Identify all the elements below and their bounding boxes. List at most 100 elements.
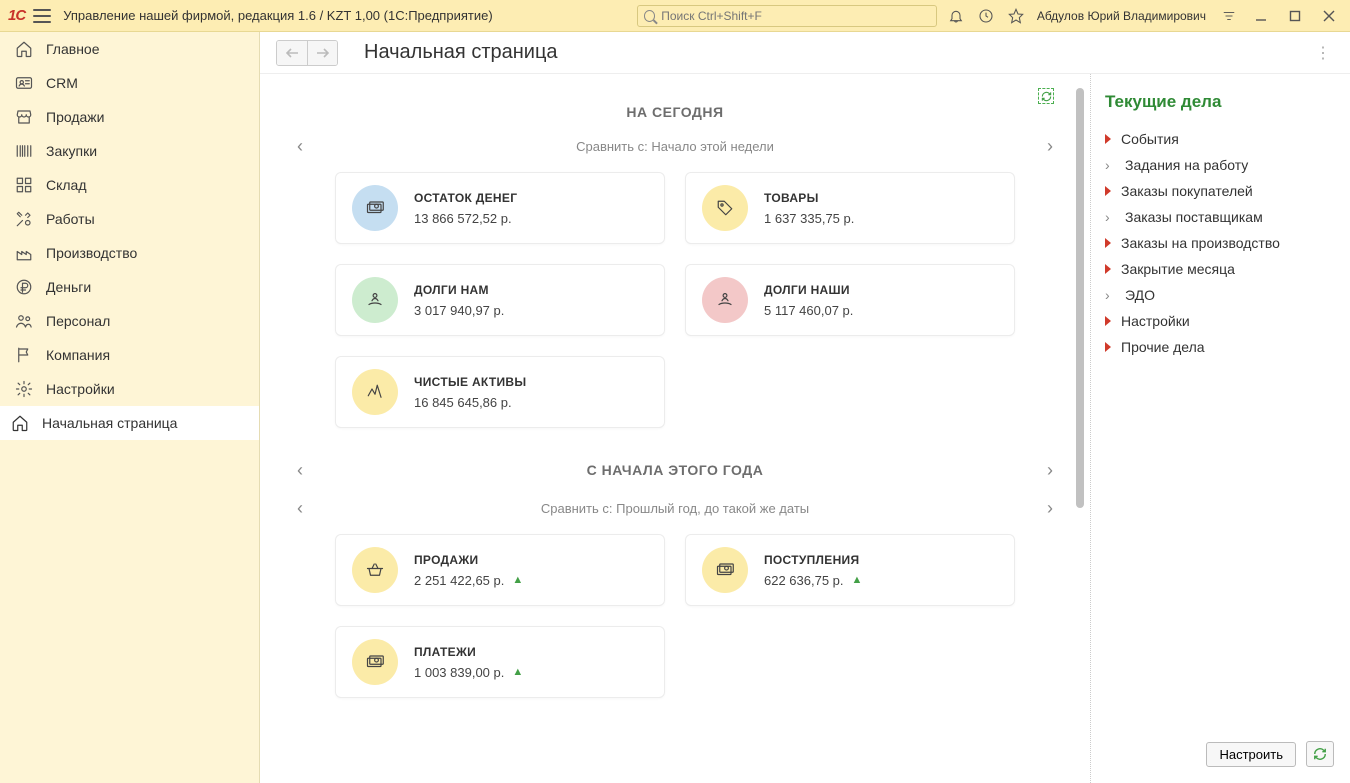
scrollbar[interactable] xyxy=(1074,84,1086,773)
card-title: ПОСТУПЛЕНИЯ xyxy=(764,553,862,567)
task-item[interactable]: ›Задания на работу xyxy=(1105,152,1336,178)
task-item[interactable]: События xyxy=(1105,126,1336,152)
task-item[interactable]: Закрытие месяца xyxy=(1105,256,1336,282)
search-input[interactable] xyxy=(661,9,930,23)
sidebar-item-label: Настройки xyxy=(46,381,115,397)
tasks-panel: Текущие дела События›Задания на работуЗа… xyxy=(1090,74,1350,783)
grid-icon xyxy=(14,175,34,195)
sidebar-item-label: Главное xyxy=(46,41,100,57)
sidebar-item-tools[interactable]: Работы xyxy=(0,202,259,236)
section-heading: НА СЕГОДНЯ xyxy=(284,104,1066,120)
store-icon xyxy=(14,107,34,127)
dashboard-card[interactable]: ТОВАРЫ1 637 335,75 р. xyxy=(685,172,1015,244)
gear-icon xyxy=(14,379,34,399)
home-icon xyxy=(14,39,34,59)
task-label: Прочие дела xyxy=(1121,339,1205,355)
sidebar-item-label: Работы xyxy=(46,211,95,227)
compare-next-button[interactable]: › xyxy=(1038,496,1062,520)
factory-icon xyxy=(14,243,34,263)
dashboard-card[interactable]: ПОСТУПЛЕНИЯ 622 636,75 р.▲ xyxy=(685,534,1015,606)
sidebar-item-gear[interactable]: Настройки xyxy=(0,372,259,406)
configure-button[interactable]: Настроить xyxy=(1206,742,1296,767)
task-item[interactable]: Заказы покупателей xyxy=(1105,178,1336,204)
dashboard-card[interactable]: ЧИСТЫЕ АКТИВЫ 16 845 645,86 р. xyxy=(335,356,665,428)
nav-forward-button[interactable] xyxy=(307,41,337,65)
task-label: События xyxy=(1121,131,1179,147)
card-grid: ПРОДАЖИ2 251 422,65 р.▲ ПОСТУПЛЕНИЯ 622 63… xyxy=(284,534,1066,698)
dashboard-card[interactable]: ПРОДАЖИ2 251 422,65 р.▲ xyxy=(335,534,665,606)
history-icon[interactable] xyxy=(975,5,997,27)
card-title: ЧИСТЫЕ АКТИВЫ xyxy=(414,375,526,389)
task-label: Заказы покупателей xyxy=(1121,183,1253,199)
workspace: Начальная страница ⋮ НА СЕГОДНЯ‹Сравнить… xyxy=(260,32,1350,783)
tools-icon xyxy=(14,209,34,229)
sidebar-item-grid[interactable]: Склад xyxy=(0,168,259,202)
maximize-button[interactable] xyxy=(1282,5,1308,27)
search-icon xyxy=(644,10,655,22)
card-value: 622 636,75 р.▲ xyxy=(764,573,862,588)
triangle-marker-icon xyxy=(1105,264,1111,274)
card-title: ДОЛГИ НАМ xyxy=(414,283,504,297)
task-item[interactable]: Настройки xyxy=(1105,308,1336,334)
dashboard-card[interactable]: ПЛАТЕЖИ1 003 839,00 р.▲ xyxy=(335,626,665,698)
sidebar-item-flag[interactable]: Компания xyxy=(0,338,259,372)
trend-up-icon: ▲ xyxy=(512,666,523,678)
app-title: Управление нашей фирмой, редакция 1.6 / … xyxy=(63,8,492,23)
user-name[interactable]: Абдулов Юрий Владимирович xyxy=(1037,9,1206,23)
basket-icon xyxy=(352,547,398,593)
compare-prev-button[interactable]: ‹ xyxy=(288,496,312,520)
refresh-tasks-button[interactable] xyxy=(1306,741,1334,767)
task-item[interactable]: ›ЭДО xyxy=(1105,282,1336,308)
section-next-button[interactable]: › xyxy=(1038,458,1062,482)
bell-icon[interactable] xyxy=(945,5,967,27)
compare-label: Сравнить с: Начало этой недели xyxy=(576,139,774,154)
home-icon xyxy=(10,413,30,433)
dashboard-card[interactable]: ОСТАТОК ДЕНЕГ 13 866 572,52 р. xyxy=(335,172,665,244)
task-item[interactable]: Заказы на производство xyxy=(1105,230,1336,256)
hand-person-icon xyxy=(352,277,398,323)
triangle-marker-icon xyxy=(1105,316,1111,326)
sidebar-item-id-card[interactable]: CRM xyxy=(0,66,259,100)
burger-menu-icon[interactable] xyxy=(33,9,51,23)
sidebar-item-label: CRM xyxy=(46,75,78,91)
refresh-icon[interactable] xyxy=(1038,88,1054,104)
sidebar-item-label: Производство xyxy=(46,245,137,261)
close-button[interactable] xyxy=(1316,5,1342,27)
triangle-marker-icon xyxy=(1105,238,1111,248)
triangle-marker-icon xyxy=(1105,134,1111,144)
pulse-icon xyxy=(352,369,398,415)
star-icon[interactable] xyxy=(1005,5,1027,27)
card-value: 3 017 940,97 р. xyxy=(414,303,504,318)
card-value: 13 866 572,52 р. xyxy=(414,211,517,226)
dashboard-card[interactable]: ДОЛГИ НАМ 3 017 940,97 р. xyxy=(335,264,665,336)
compare-next-button[interactable]: › xyxy=(1038,134,1062,158)
card-title: ОСТАТОК ДЕНЕГ xyxy=(414,191,517,205)
task-label: Настройки xyxy=(1121,313,1190,329)
task-item[interactable]: ›Заказы поставщикам xyxy=(1105,204,1336,230)
sidebar-item-people[interactable]: Персонал xyxy=(0,304,259,338)
compare-prev-button[interactable]: ‹ xyxy=(288,134,312,158)
cash-icon xyxy=(702,547,748,593)
user-menu-icon[interactable] xyxy=(1218,5,1240,27)
sidebar-item-label: Продажи xyxy=(46,109,104,125)
search-box[interactable] xyxy=(637,5,937,27)
sidebar-item-start-page[interactable]: Начальная страница xyxy=(0,406,259,440)
triangle-marker-icon xyxy=(1105,342,1111,352)
sidebar-item-home[interactable]: Главное xyxy=(0,32,259,66)
sidebar-item-factory[interactable]: Производство xyxy=(0,236,259,270)
section-prev-button[interactable]: ‹ xyxy=(288,458,312,482)
section-heading: С НАЧАЛА ЭТОГО ГОДА xyxy=(587,462,764,478)
sidebar-item-barcode[interactable]: Закупки xyxy=(0,134,259,168)
card-value: 16 845 645,86 р. xyxy=(414,395,526,410)
minimize-button[interactable] xyxy=(1248,5,1274,27)
dashboard: НА СЕГОДНЯ ‹ Сравнить с: Начало этой недел… xyxy=(260,74,1090,783)
more-menu-icon[interactable]: ⋮ xyxy=(1312,42,1334,64)
hand-person-icon xyxy=(702,277,748,323)
sidebar-item-store[interactable]: Продажи xyxy=(0,100,259,134)
scrollbar-thumb[interactable] xyxy=(1076,88,1084,508)
nav-back-button[interactable] xyxy=(277,41,307,65)
dashboard-card[interactable]: ДОЛГИ НАШИ5 117 460,07 р. xyxy=(685,264,1015,336)
trend-up-icon: ▲ xyxy=(512,574,523,586)
sidebar-item-ruble[interactable]: Деньги xyxy=(0,270,259,304)
task-item[interactable]: Прочие дела xyxy=(1105,334,1336,360)
